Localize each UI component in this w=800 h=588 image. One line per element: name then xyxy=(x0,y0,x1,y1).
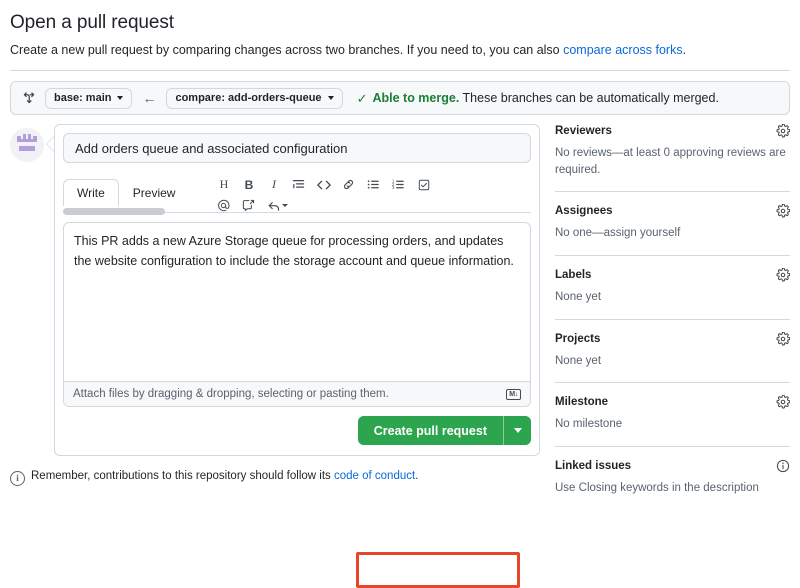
pr-title-input[interactable] xyxy=(63,133,531,164)
gear-icon[interactable] xyxy=(776,331,790,346)
info-icon: i xyxy=(10,471,25,487)
gear-icon[interactable] xyxy=(776,204,790,218)
main-columns: Write Preview H B I xyxy=(10,124,790,588)
merge-status-rest: These branches can be automatically merg… xyxy=(459,91,719,106)
merge-status: ✓ Able to merge. These branches can be a… xyxy=(357,91,719,105)
sidebar-head-assignees: Assignees xyxy=(555,204,790,218)
compare-branch-label: compare: add-orders-queue xyxy=(175,92,322,105)
svg-text:3: 3 xyxy=(392,185,395,190)
compare-bar: base: main ← compare: add-orders-queue ✓… xyxy=(10,81,790,116)
heading-icon[interactable]: H xyxy=(211,174,236,195)
toolbar-scrollbar[interactable] xyxy=(63,208,211,216)
sidebar-body-assignees: No one—assign yourself xyxy=(555,227,681,240)
chevron-down-icon xyxy=(513,428,522,434)
sidebar-title-assignees: Assignees xyxy=(555,205,613,218)
pr-body-input[interactable]: This PR adds a new Azure Storage queue f… xyxy=(64,223,530,381)
base-branch-label: base: main xyxy=(54,92,112,105)
sidebar-title-reviewers: Reviewers xyxy=(555,125,612,138)
sidebar-section-reviewers: Reviewers No reviews—at least 0 approvin… xyxy=(555,124,790,191)
subtitle-text-after: . xyxy=(682,43,687,57)
sidebar-title-labels: Labels xyxy=(555,269,592,282)
task-list-icon[interactable] xyxy=(411,174,436,195)
unordered-list-icon[interactable] xyxy=(361,174,386,195)
sidebar-head-reviewers: Reviewers xyxy=(555,124,790,138)
reply-dropdown-caret-icon[interactable] xyxy=(282,204,289,208)
git-compare-icon xyxy=(22,91,36,105)
sidebar-head-linked-issues: Linked issues xyxy=(555,459,790,473)
sidebar-body-linked-issues: Use Closing keywords in the description xyxy=(555,482,759,495)
code-of-conduct-note: i Remember, contributions to this reposi… xyxy=(10,470,540,487)
header-divider xyxy=(10,70,790,72)
create-pull-request-button-group: Create pull request xyxy=(357,416,531,446)
comment-box: Write Preview H B I xyxy=(54,124,540,457)
saved-reply-icon[interactable] xyxy=(236,195,261,216)
subtitle-text-before: Create a new pull request by comparing c… xyxy=(10,43,564,57)
compare-across-forks-link[interactable]: compare across forks xyxy=(563,43,682,57)
editor-tabstrip: Write Preview H B I 1 2 3 xyxy=(63,172,531,216)
check-icon: ✓ xyxy=(356,90,368,106)
page-title: Open a pull request xyxy=(10,12,174,33)
sidebar-title-projects: Projects xyxy=(555,332,601,345)
bold-icon[interactable]: B xyxy=(236,174,261,195)
sidebar-body-projects: None yet xyxy=(555,354,602,367)
comment-speech-bubble: Write Preview H B I xyxy=(46,124,540,457)
ordered-list-icon[interactable]: 123 xyxy=(386,174,411,195)
left-column: Write Preview H B I xyxy=(10,124,540,588)
sidebar-head-milestone: Milestone xyxy=(555,395,790,409)
base-branch-selector[interactable]: base: main xyxy=(45,87,133,109)
attach-files-bar: Attach files by dragging & dropping, sel… xyxy=(64,381,530,407)
sidebar-section-projects: Projects None yet xyxy=(555,318,790,383)
code-icon[interactable] xyxy=(311,174,336,195)
speech-arrow xyxy=(47,137,54,152)
gear-icon[interactable] xyxy=(776,395,790,409)
markdown-icon[interactable]: M↓ xyxy=(506,388,521,400)
create-pull-request-dropdown[interactable] xyxy=(503,416,531,446)
compare-branch-selector[interactable]: compare: add-orders-queue xyxy=(166,87,343,109)
italic-icon[interactable]: I xyxy=(261,174,286,195)
quote-icon[interactable] xyxy=(286,174,311,195)
sidebar-head-labels: Labels xyxy=(555,268,790,282)
sidebar-body-reviewers: No reviews—at least 0 approving reviews … xyxy=(555,147,786,176)
tab-write[interactable]: Write xyxy=(63,179,119,207)
toolbar-scrollbar-thumb[interactable] xyxy=(63,208,165,216)
create-pull-request-button[interactable]: Create pull request xyxy=(357,416,503,446)
comment-form: Write Preview H B I xyxy=(10,124,540,457)
sidebar-title-linked-issues: Linked issues xyxy=(555,460,632,473)
highlight-annotation xyxy=(356,552,520,588)
page-subtitle: Create a new pull request by comparing c… xyxy=(10,34,790,59)
sidebar-section-milestone: Milestone No milestone xyxy=(555,382,790,446)
merge-status-bold: Able to merge. xyxy=(372,91,460,106)
gear-icon[interactable] xyxy=(776,124,790,138)
chevron-down-icon xyxy=(327,96,334,101)
sidebar-body-milestone: No milestone xyxy=(555,418,623,431)
sidebar-title-milestone: Milestone xyxy=(555,396,609,409)
arrow-left-icon: ← xyxy=(142,90,157,107)
sidebar: Reviewers No reviews—at least 0 approvin… xyxy=(540,124,790,510)
sidebar-head-projects: Projects xyxy=(555,331,790,346)
tab-preview[interactable]: Preview xyxy=(119,179,190,206)
attach-files-text: Attach files by dragging & dropping, sel… xyxy=(73,388,389,401)
avatar xyxy=(10,128,44,163)
gear-icon[interactable] xyxy=(776,268,790,282)
sidebar-section-linked-issues: Linked issues Use Closing keywords in th… xyxy=(555,446,790,510)
markdown-toolbar: H B I 1 2 3 xyxy=(211,172,455,216)
conduct-text-before: Remember, contributions to this reposito… xyxy=(31,470,334,483)
pr-body-area: This PR adds a new Azure Storage queue f… xyxy=(63,222,531,408)
conduct-text-after: . xyxy=(415,470,419,483)
sidebar-section-assignees: Assignees No one—assign yourself xyxy=(555,191,790,255)
link-icon[interactable] xyxy=(336,174,361,195)
mention-icon[interactable] xyxy=(211,195,236,216)
code-of-conduct-link[interactable]: code of conduct xyxy=(334,470,415,482)
pull-request-page: Open a pull request Create a new pull re… xyxy=(0,0,800,588)
submit-row: Create pull request xyxy=(63,416,531,447)
info-icon[interactable] xyxy=(776,459,790,473)
sidebar-body-labels: None yet xyxy=(555,291,602,304)
chevron-down-icon xyxy=(117,96,124,101)
sidebar-section-labels: Labels None yet xyxy=(555,255,790,319)
